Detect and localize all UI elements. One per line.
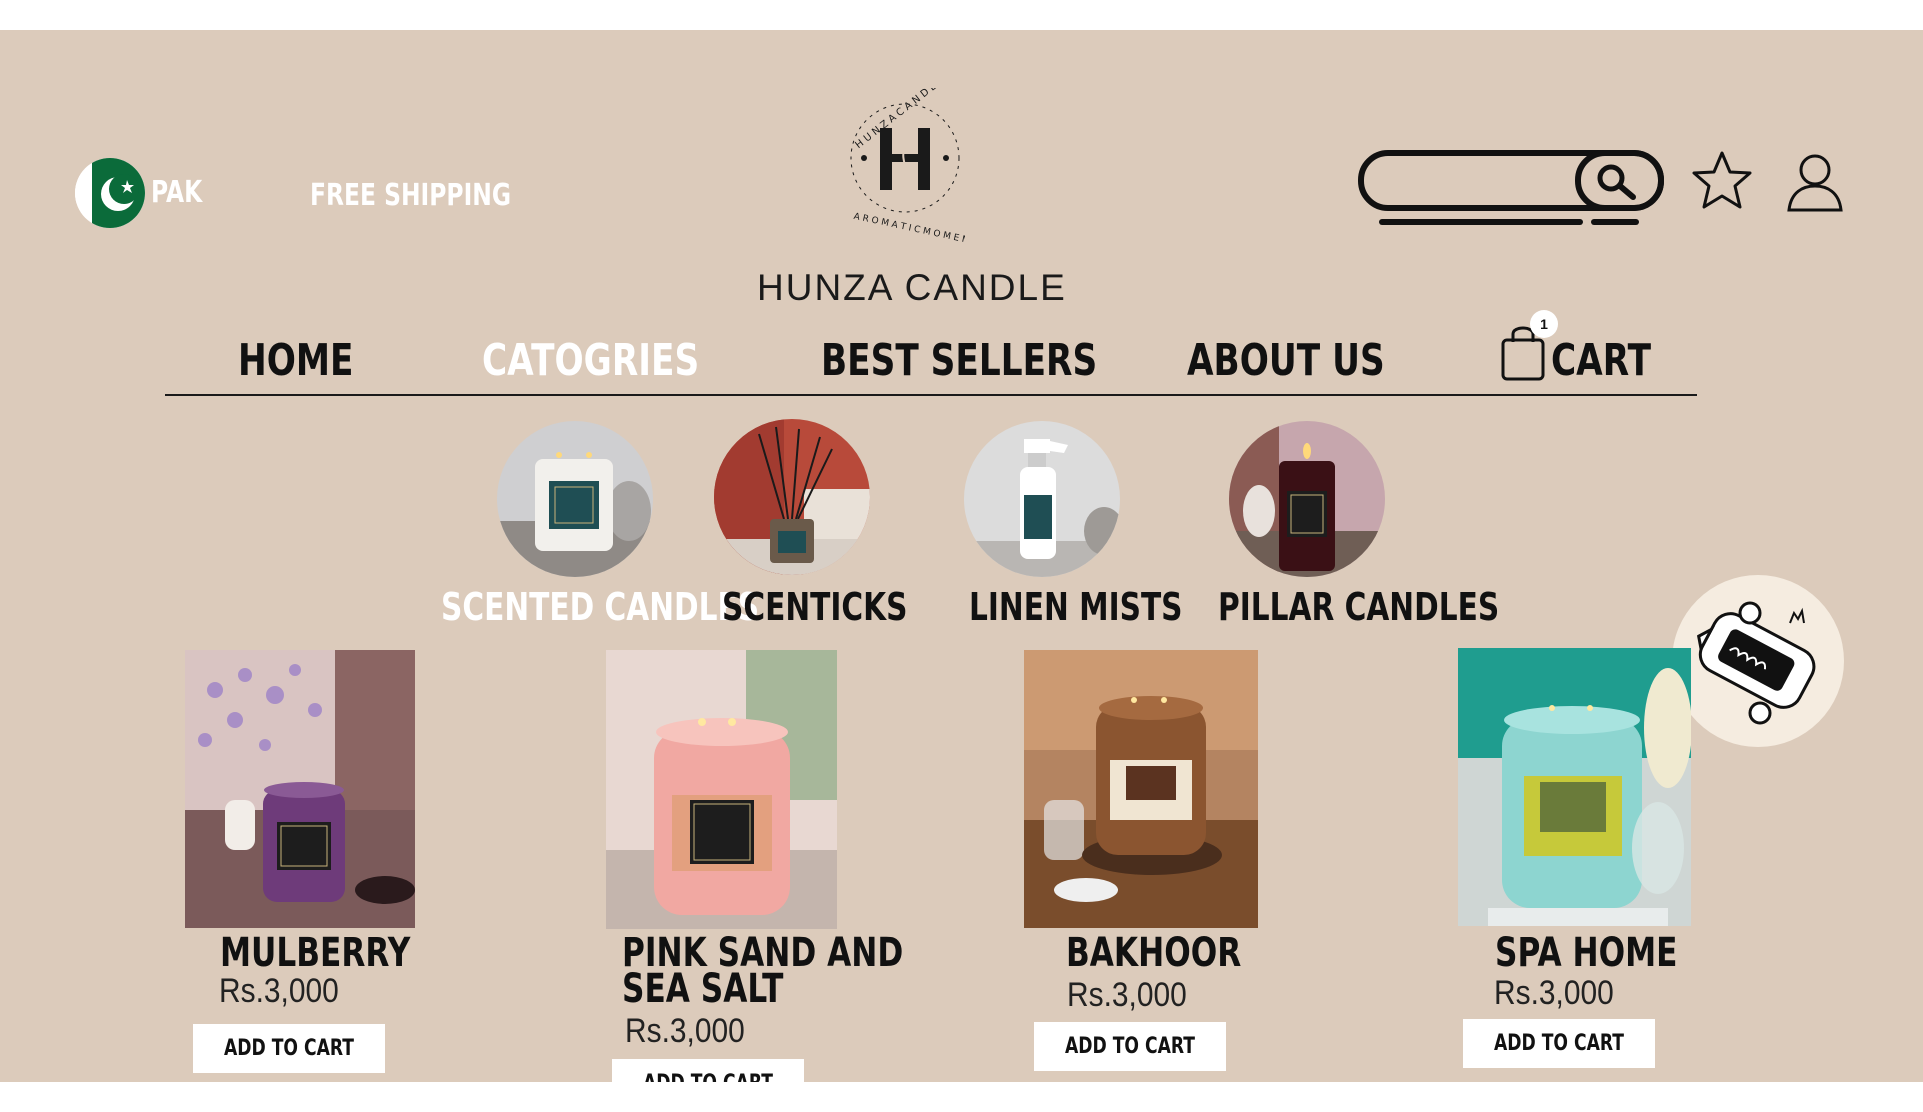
- cart-link[interactable]: 1 CART: [1500, 310, 1660, 390]
- product-name-line-2: SEA SALT: [622, 966, 784, 1012]
- user-account-icon[interactable]: [1785, 152, 1845, 214]
- add-to-cart-button[interactable]: ADD TO CART: [1463, 1019, 1655, 1068]
- category-pillar-candles-image[interactable]: [1229, 421, 1385, 577]
- product-name[interactable]: PINK SAND AND SEA SALT: [622, 933, 903, 1012]
- product-price: Rs.3,000: [1494, 974, 1614, 1012]
- product-price: Rs.3,000: [219, 972, 339, 1010]
- svg-text:A R O M A T I C M O M E N T: A R O M A T I C M O M E N T S: [853, 212, 965, 250]
- add-to-cart-button[interactable]: ADD TO CART: [1034, 1022, 1226, 1071]
- search-bar[interactable]: [1358, 150, 1668, 236]
- add-to-cart-label: ADD TO CART: [223, 1036, 355, 1061]
- brand-logo[interactable]: H U N Z A C A N D L E A R O M A T I C M …: [845, 75, 986, 258]
- category-label-scented-candles[interactable]: SCENTED CANDLES: [441, 585, 759, 629]
- product-mulberry-image[interactable]: [185, 650, 415, 928]
- page-background: PAK FREE SHIPPING H U N Z A C A N D L E …: [0, 30, 1923, 1112]
- product-price: Rs.3,000: [625, 1012, 745, 1050]
- nav-about-us[interactable]: ABOUT US: [1187, 335, 1385, 386]
- country-label[interactable]: PAK: [151, 175, 202, 210]
- category-label-scenticks[interactable]: SCENTICKS: [722, 585, 907, 629]
- pakistan-flag-icon[interactable]: [75, 158, 145, 228]
- nav-best-sellers[interactable]: BEST SELLERS: [821, 335, 1097, 386]
- product-spa-home-image[interactable]: [1458, 648, 1691, 926]
- product-price: Rs.3,000: [1067, 976, 1187, 1014]
- bottom-margin: [0, 1082, 1923, 1112]
- category-label-pillar-candles[interactable]: PILLAR CANDLES: [1218, 585, 1499, 629]
- cart-label: CART: [1551, 335, 1652, 386]
- cart-count-badge: 1: [1530, 310, 1558, 338]
- nav-divider: [165, 394, 1697, 396]
- chat-widget-icon[interactable]: [1672, 575, 1844, 747]
- product-bakhoor-image[interactable]: [1024, 650, 1258, 928]
- add-to-cart-label: ADD TO CART: [1064, 1034, 1196, 1059]
- product-name[interactable]: BAKHOOR: [1066, 933, 1241, 973]
- category-scenticks-image[interactable]: [714, 419, 870, 575]
- add-to-cart-label: ADD TO CART: [1493, 1031, 1625, 1056]
- category-linen-mists-image[interactable]: [964, 421, 1120, 577]
- product-name[interactable]: MULBERRY: [220, 933, 410, 973]
- add-to-cart-button[interactable]: ADD TO CART: [193, 1024, 385, 1073]
- category-scented-candles-image[interactable]: [497, 421, 653, 577]
- product-name[interactable]: SPA HOME: [1495, 933, 1677, 973]
- free-shipping-label: FREE SHIPPING: [310, 178, 512, 213]
- nav-home[interactable]: HOME: [238, 335, 354, 386]
- wishlist-star-icon[interactable]: [1690, 150, 1754, 212]
- brand-name: HUNZA CANDLE: [757, 267, 1067, 308]
- nav-categories[interactable]: CATOGRIES: [482, 335, 699, 386]
- product-pink-sand-image[interactable]: [606, 650, 837, 929]
- svg-text:H U N Z A C A N D L E: H U N Z A C A N D L E: [853, 88, 945, 151]
- category-label-linen-mists[interactable]: LINEN MISTS: [969, 585, 1183, 629]
